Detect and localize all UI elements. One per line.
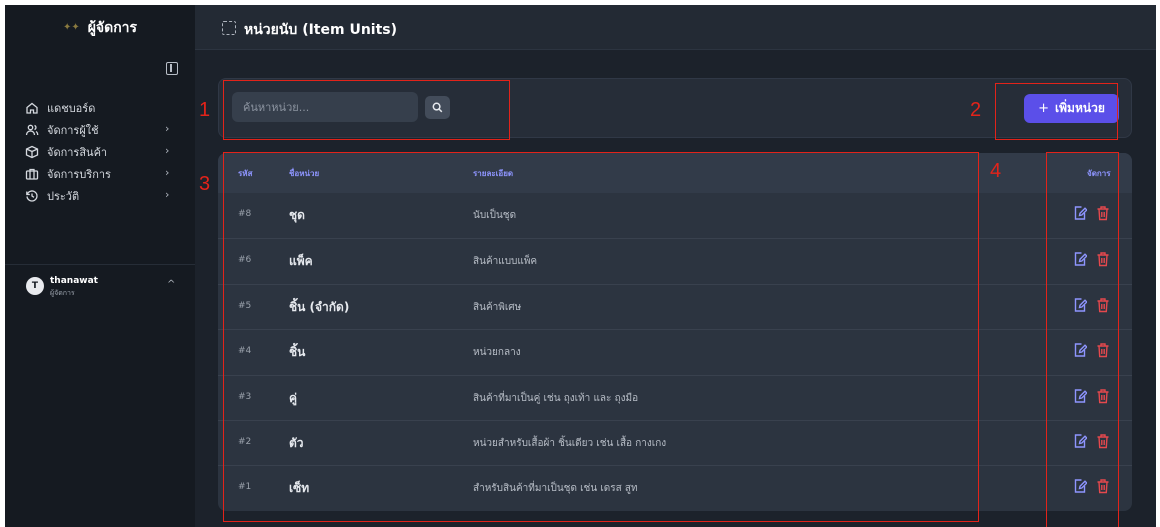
table-row: #3 คู่ สินค้าที่มาเป็นคู่ เช่น ถุงเท้า และ… [218, 374, 1132, 420]
add-unit-label: เพิ่มหน่วย [1055, 101, 1105, 115]
cell-id: #5 [238, 300, 252, 311]
edit-icon[interactable] [1073, 205, 1087, 221]
cell-description: สำหรับสินค้าที่มาเป็นชุด เช่น เดรส สูท [473, 483, 638, 495]
edit-icon[interactable] [1073, 251, 1087, 267]
table-row: #8 ชุด นับเป็นชุด [218, 193, 1132, 238]
edit-icon[interactable] [1073, 433, 1087, 449]
sidebar: ✦✦ ผู้จัดการ แดชบอร์ด จัดการผู้ใช้ › จัด… [5, 5, 195, 527]
sidebar-collapse-icon[interactable] [166, 62, 178, 75]
cell-id: #4 [238, 346, 252, 357]
chevron-right-icon: › [165, 166, 170, 179]
cell-description: หน่วยสำหรับเสื้อผ้า ชิ้นเดียว เช่น เสื้อ… [473, 437, 667, 449]
delete-icon[interactable] [1096, 433, 1110, 449]
brand-logo: ✦✦ [62, 22, 80, 33]
search-input[interactable] [232, 92, 418, 122]
sidebar-item-label: จัดการบริการ [47, 168, 111, 181]
column-header-actions: จัดการ [1087, 169, 1111, 178]
edit-icon[interactable] [1073, 388, 1087, 404]
table-row: #2 ตัว หน่วยสำหรับเสื้อผ้า ชิ้นเดียว เช่น … [218, 419, 1132, 465]
cell-description: สินค้าที่มาเป็นคู่ เช่น ถุงเท้า และ ถุงม… [473, 392, 639, 404]
chevron-up-icon: ^ [167, 279, 176, 290]
annotation-number-2: 2 [970, 99, 982, 121]
annotation-number-3: 3 [199, 173, 211, 195]
cell-name: แพ็ค [289, 254, 313, 269]
cell-name: ชุด [289, 208, 305, 222]
cell-description: สินค้าพิเศษ [473, 301, 522, 313]
delete-icon[interactable] [1096, 205, 1110, 221]
cell-name: ตัว [289, 435, 304, 450]
toolbar: + เพิ่มหน่วย [218, 78, 1132, 138]
annotation-number-1: 1 [199, 99, 211, 121]
table-row: #6 แพ็ค สินค้าแบบแพ็ค [218, 238, 1132, 283]
sidebar-item-users[interactable]: จัดการผู้ใช้ › [5, 119, 195, 141]
table-row: #4 ชิ้น หน่วยกลาง [218, 329, 1132, 374]
user-profile[interactable]: T thanawat ผู้จัดการ ^ [5, 264, 195, 298]
cell-description: หน่วยกลาง [473, 347, 521, 359]
delete-icon[interactable] [1096, 251, 1110, 267]
chevron-right-icon: › [165, 122, 170, 135]
cell-name: คู่ [289, 390, 298, 405]
briefcase-icon [25, 168, 39, 180]
unit-icon [222, 21, 236, 35]
user-role: ผู้จัดการ [50, 289, 75, 297]
edit-icon[interactable] [1073, 297, 1087, 313]
sidebar-item-history[interactable]: ประวัติ › [5, 185, 195, 207]
box-icon [25, 145, 39, 159]
delete-icon[interactable] [1096, 297, 1110, 313]
cell-id: #3 [238, 391, 252, 402]
cell-id: #1 [238, 482, 252, 493]
column-header-description: รายละเอียด [473, 169, 514, 178]
home-icon [26, 102, 38, 114]
edit-icon[interactable] [1073, 342, 1087, 358]
brand: ✦✦ ผู้จัดการ [5, 5, 195, 50]
cell-name: ชิ้น (จำกัด) [289, 299, 350, 314]
sidebar-item-dashboard[interactable]: แดชบอร์ด [5, 97, 195, 119]
chevron-right-icon: › [165, 144, 170, 157]
user-name: thanawat [50, 276, 98, 286]
cell-id: #6 [238, 255, 252, 266]
edit-icon[interactable] [1073, 478, 1087, 494]
plus-icon: + [1038, 101, 1050, 116]
search-button[interactable] [425, 96, 450, 119]
cell-name: เซ็ท [289, 481, 310, 496]
chevron-right-icon: › [165, 188, 170, 201]
annotation-number-4: 4 [990, 160, 1002, 182]
sidebar-item-label: แดชบอร์ด [47, 102, 96, 115]
sidebar-item-services[interactable]: จัดการบริการ › [5, 163, 195, 185]
table-body: #8 ชุด นับเป็นชุด #6 แพ็ค สินค้าแบบแพ็ค #5 ชิ้น… [218, 193, 1132, 511]
search-icon [432, 102, 443, 113]
page-title: หน่วยนับ (Item Units) [244, 22, 398, 38]
sidebar-item-products[interactable]: จัดการสินค้า › [5, 141, 195, 163]
delete-icon[interactable] [1096, 342, 1110, 358]
cell-description: นับเป็นชุด [473, 210, 517, 221]
avatar: T [26, 277, 44, 295]
cell-id: #8 [238, 209, 252, 219]
brand-title: ผู้จัดการ [87, 19, 138, 36]
column-header-name: ชื่อหน่วย [289, 169, 320, 178]
delete-icon[interactable] [1096, 388, 1110, 404]
users-icon [25, 124, 39, 136]
sidebar-nav: แดชบอร์ด จัดการผู้ใช้ › จัดการสินค้า › จ… [5, 97, 195, 207]
history-icon [26, 190, 38, 202]
sidebar-item-label: จัดการสินค้า [47, 146, 108, 159]
cell-id: #2 [238, 436, 252, 447]
sidebar-item-label: ประวัติ [47, 190, 80, 203]
table-row: #1 เซ็ท สำหรับสินค้าที่มาเป็นชุด เช่น เดรส… [218, 465, 1132, 510]
units-table: รหัส ชื่อหน่วย รายละเอียด จัดการ #8 ชุด นั… [218, 153, 1132, 511]
table-row: #5 ชิ้น (จำกัด) สินค้าพิเศษ [218, 283, 1132, 329]
sidebar-item-label: จัดการผู้ใช้ [47, 124, 99, 137]
column-header-id: รหัส [238, 169, 253, 178]
cell-name: ชิ้น [289, 345, 306, 360]
cell-description: สินค้าแบบแพ็ค [473, 256, 538, 268]
page-header: หน่วยนับ (Item Units) [195, 5, 1156, 50]
add-unit-button[interactable]: + เพิ่มหน่วย [1024, 94, 1119, 123]
delete-icon[interactable] [1096, 478, 1110, 494]
